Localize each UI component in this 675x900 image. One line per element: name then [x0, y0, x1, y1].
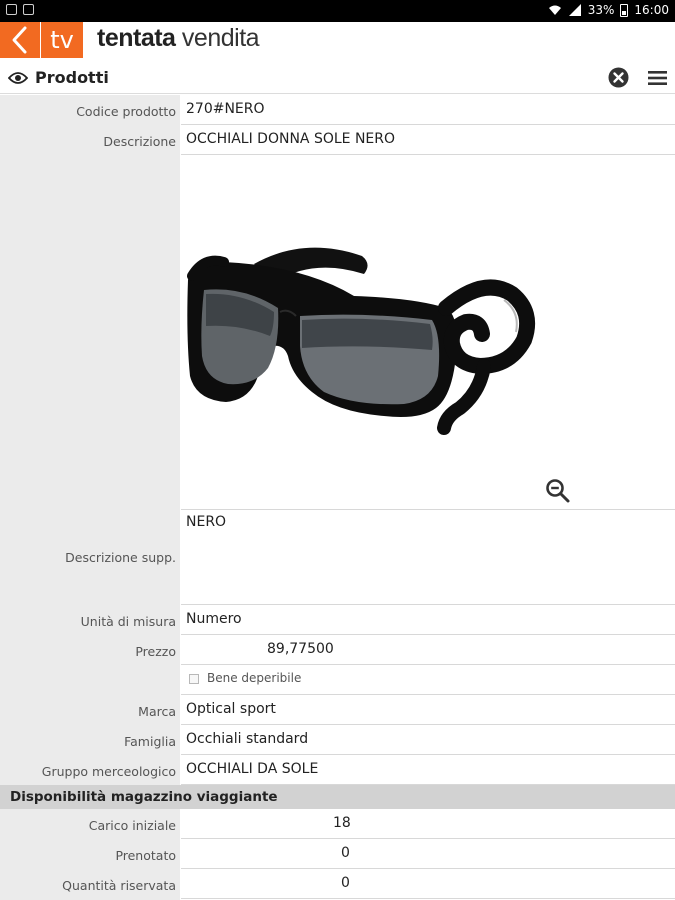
- clock: 16:00: [634, 3, 669, 17]
- brand-light: vendita: [181, 24, 260, 52]
- prezzo-label: Prezzo: [135, 644, 176, 659]
- row-codice: Codice prodotto 270#NERO: [0, 95, 675, 125]
- desc-supp-label: Descrizione supp.: [65, 550, 176, 565]
- product-form: Codice prodotto 270#NERO Descrizione OCC…: [0, 95, 675, 900]
- product-image[interactable]: [181, 156, 675, 510]
- prezzo-value: 89,77500: [267, 641, 334, 657]
- wifi-icon: [548, 5, 561, 15]
- carico-field[interactable]: 18: [181, 809, 675, 839]
- carico-label: Carico iniziale: [88, 818, 176, 833]
- famiglia-value: Occhiali standard: [186, 731, 309, 747]
- codice-field[interactable]: 270#NERO: [181, 95, 675, 125]
- row-marca: Marca Optical sport: [0, 695, 675, 725]
- signal-icon: [568, 4, 581, 16]
- status-right: 33% 16:00: [548, 3, 669, 17]
- battery-percent: 33%: [587, 3, 615, 17]
- screen-toolbar: Prodotti: [0, 62, 675, 94]
- page-title: Prodotti: [35, 68, 109, 87]
- desc-supp-value: NERO: [186, 514, 227, 530]
- descrizione-field[interactable]: OCCHIALI DONNA SOLE NERO: [181, 125, 675, 155]
- gruppo-field[interactable]: OCCHIALI DA SOLE: [181, 755, 675, 785]
- marca-field[interactable]: Optical sport: [181, 695, 675, 725]
- brand-bold: tentata: [97, 24, 176, 52]
- row-famiglia: Famiglia Occhiali standard: [0, 725, 675, 755]
- row-desc-supp: Descrizione supp. NERO: [0, 510, 675, 605]
- prezzo-field[interactable]: 89,77500: [181, 635, 675, 665]
- codice-label: Codice prodotto: [76, 104, 176, 119]
- marca-label: Marca: [138, 704, 176, 719]
- deperibile-checkbox[interactable]: [189, 674, 199, 684]
- row-unita: Unità di misura Numero: [0, 605, 675, 635]
- row-prezzo: Prezzo 89,77500: [0, 635, 675, 665]
- sunglasses-image: [187, 247, 535, 435]
- marca-value: Optical sport: [186, 701, 276, 717]
- descrizione-value: OCCHIALI DONNA SOLE NERO: [186, 131, 396, 147]
- riservata-value: 0: [341, 875, 350, 891]
- deperibile-field: Bene deperibile: [181, 665, 675, 695]
- riservata-label: Quantità riservata: [62, 878, 176, 893]
- riservata-field[interactable]: 0: [181, 869, 675, 899]
- descrizione-label: Descrizione: [103, 134, 176, 149]
- row-descrizione: Descrizione OCCHIALI DONNA SOLE NERO: [0, 125, 675, 155]
- row-riservata: Quantità riservata 0: [0, 869, 675, 899]
- codice-value: 270#NERO: [186, 101, 265, 117]
- app-brand: tentata vendita: [97, 24, 260, 53]
- famiglia-field[interactable]: Occhiali standard: [181, 725, 675, 755]
- famiglia-label: Famiglia: [124, 734, 176, 749]
- gallery-icon: [6, 4, 17, 15]
- carico-value: 18: [333, 815, 351, 831]
- prenotato-field[interactable]: 0: [181, 839, 675, 869]
- prenotato-label: Prenotato: [115, 848, 176, 863]
- desc-supp-field[interactable]: NERO: [181, 510, 675, 605]
- notification-icons: [6, 4, 34, 15]
- back-button[interactable]: [0, 22, 40, 58]
- section-disponibilita: Disponibilità magazzino viaggiante: [0, 785, 675, 809]
- row-prenotato: Prenotato 0: [0, 839, 675, 869]
- gruppo-value: OCCHIALI DA SOLE: [186, 761, 319, 777]
- gruppo-label: Gruppo merceologico: [41, 764, 176, 779]
- app-logo: tv: [41, 22, 83, 58]
- status-bar: 33% 16:00: [0, 0, 675, 22]
- deperibile-label: Bene deperibile: [207, 671, 302, 685]
- row-gruppo: Gruppo merceologico OCCHIALI DA SOLE: [0, 755, 675, 785]
- unita-field[interactable]: Numero: [181, 605, 675, 635]
- app-bar: tv tentata vendita: [0, 22, 675, 82]
- zoom-out-icon[interactable]: [545, 478, 571, 504]
- unita-label: Unità di misura: [80, 614, 176, 629]
- battery-icon: [620, 3, 629, 17]
- unita-value: Numero: [186, 611, 242, 627]
- screenshot-icon: [23, 4, 34, 15]
- eye-icon: [8, 72, 28, 84]
- row-deperibile: Bene deperibile: [0, 665, 675, 695]
- close-icon[interactable]: [608, 67, 629, 88]
- section-title: Disponibilità magazzino viaggiante: [10, 789, 278, 805]
- menu-icon[interactable]: [648, 70, 667, 86]
- prenotato-value: 0: [341, 845, 350, 861]
- chevron-left-icon: [12, 26, 27, 54]
- row-carico: Carico iniziale 18: [0, 809, 675, 839]
